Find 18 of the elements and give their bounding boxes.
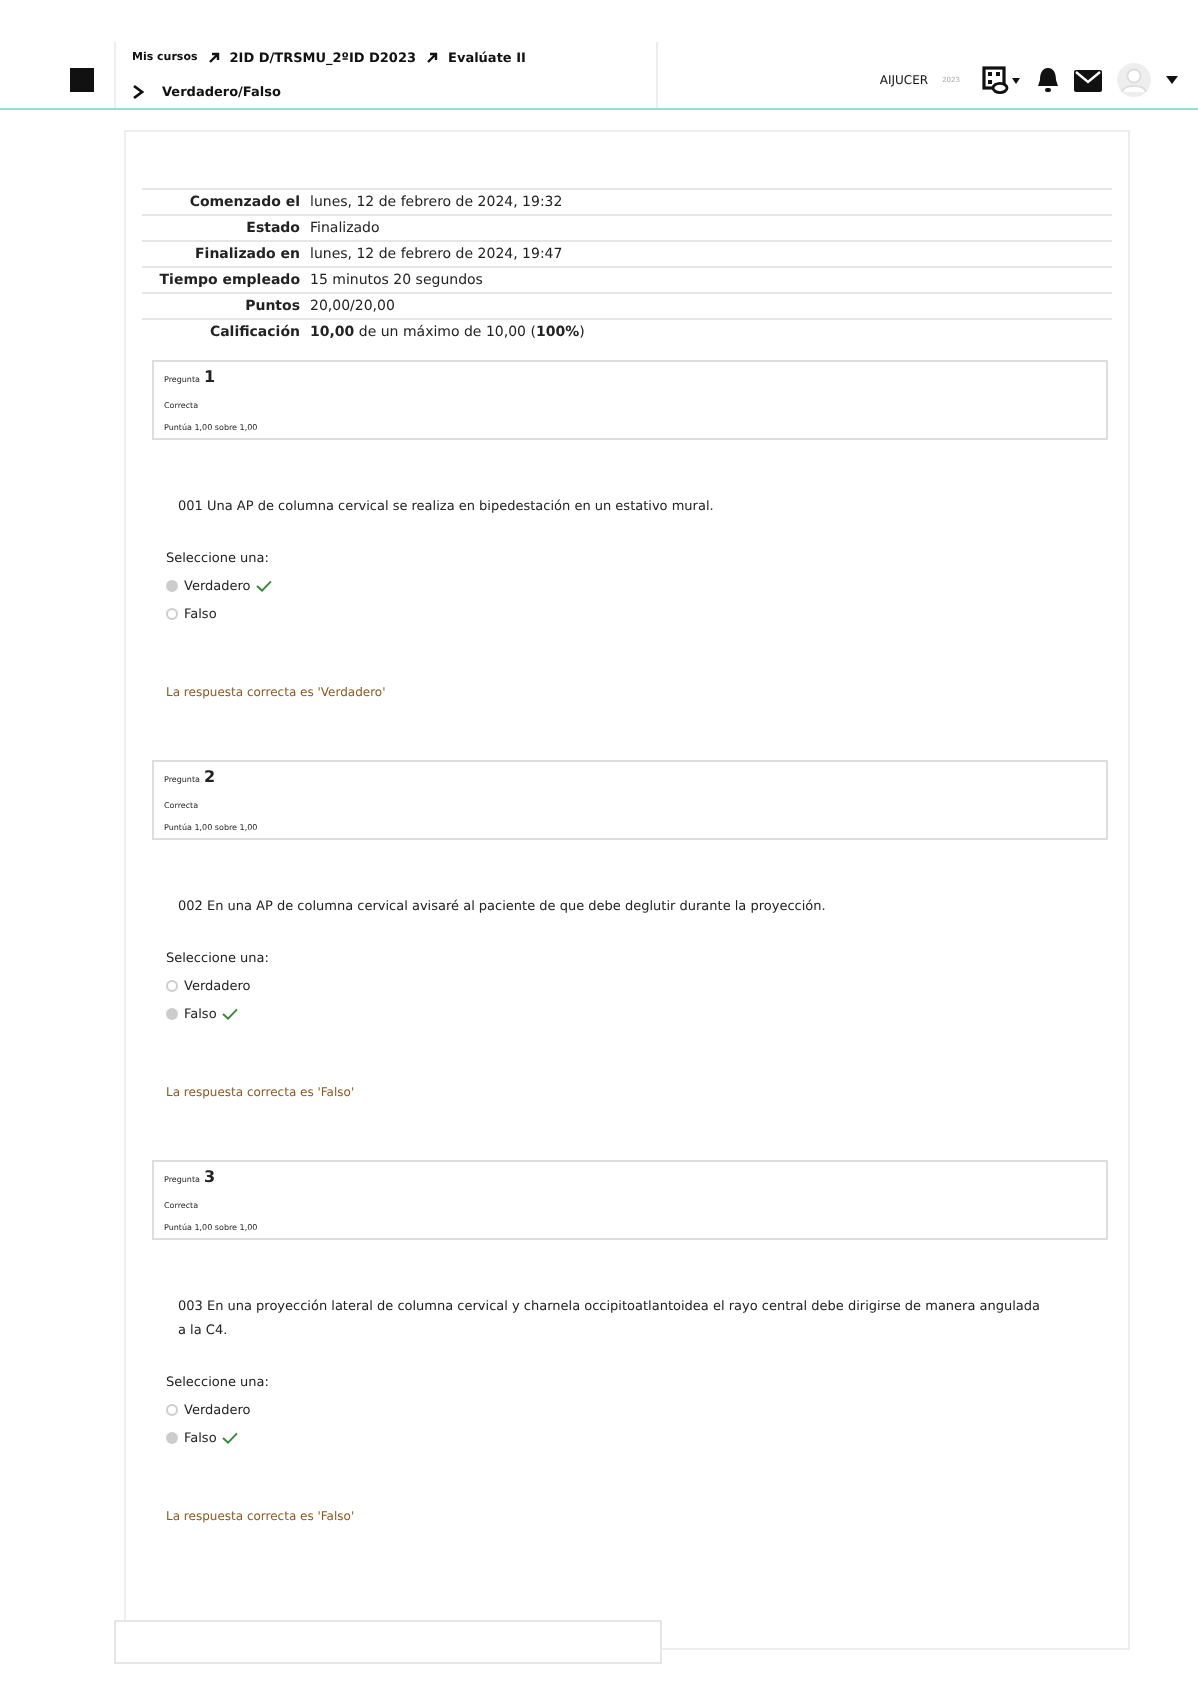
avatar-icon[interactable] <box>1116 62 1152 98</box>
separator-icon <box>207 52 220 65</box>
radio-button[interactable] <box>166 1008 178 1020</box>
radio-button[interactable] <box>166 980 178 992</box>
separator-icon <box>426 52 439 65</box>
question-number: 2 <box>204 768 216 786</box>
caret-icon[interactable] <box>1166 76 1178 84</box>
question-number: 3 <box>204 1168 216 1186</box>
radio-button[interactable] <box>166 1432 178 1444</box>
question-number: 1 <box>204 368 216 386</box>
mail-icon[interactable] <box>1074 69 1102 91</box>
grid-icon[interactable] <box>982 66 1022 94</box>
radio-button[interactable] <box>166 608 178 620</box>
radio-button[interactable] <box>166 580 178 592</box>
menu-icon[interactable] <box>70 68 94 92</box>
chevron-icon <box>132 83 144 100</box>
bell-icon[interactable] <box>1036 66 1060 94</box>
radio-button[interactable] <box>166 1404 178 1416</box>
